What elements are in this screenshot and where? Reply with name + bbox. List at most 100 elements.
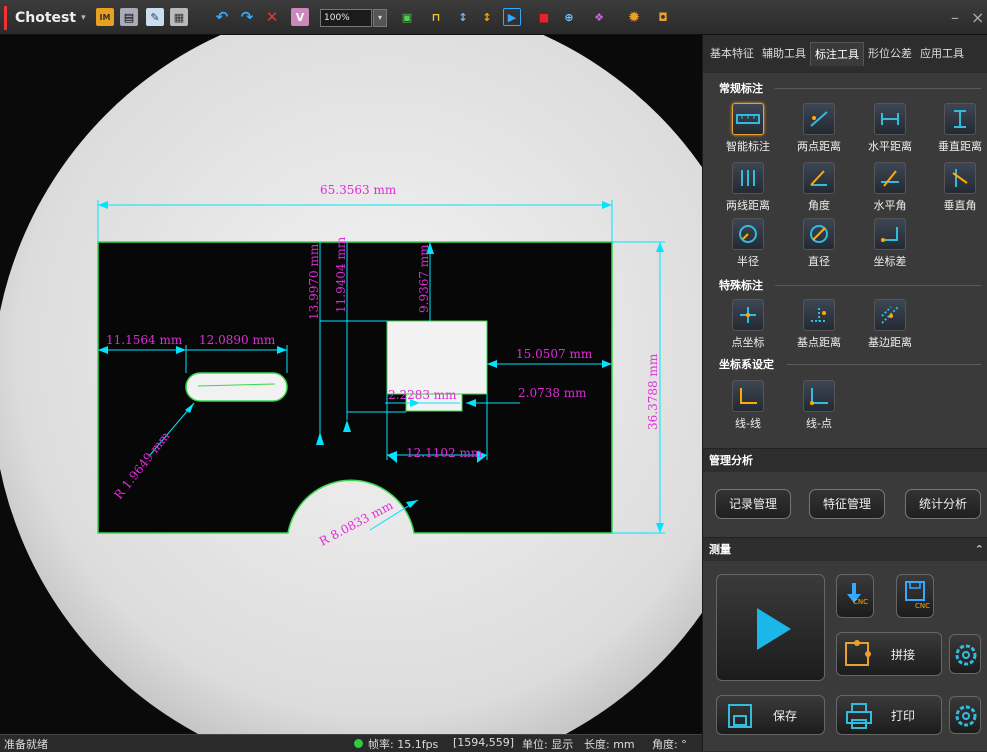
chevron-down-icon: ▾ xyxy=(81,13,86,23)
app-menu-button[interactable]: Chotest ▾ xyxy=(4,6,94,30)
statistical-analysis-button[interactable]: 统计分析 xyxy=(905,489,981,519)
calibrate-icon[interactable]: ⊕ xyxy=(560,8,578,26)
tab-basic-features[interactable]: 基本特征 xyxy=(706,42,758,66)
label-left-a: 11.1564 mm xyxy=(106,333,183,347)
save-icon[interactable]: ▤ xyxy=(120,8,138,26)
section-special-title: 特殊标注 xyxy=(719,279,763,292)
gear-icon xyxy=(955,705,977,727)
main-toolbar: Chotest ▾ IM ▤ ✎ ▦ ↶ ↷ ✕ V 100% ▾ ▣ ⊓ ↕ … xyxy=(0,0,987,35)
status-ready: 准备就绪 xyxy=(4,738,48,751)
section-divider xyxy=(787,364,981,365)
chevron-up-icon[interactable]: ⌃ xyxy=(975,538,984,562)
tool-line-line[interactable]: 线-线 xyxy=(713,380,783,432)
rect-cutout xyxy=(386,320,488,395)
tool-smart-annotate[interactable]: 智能标注 xyxy=(713,103,783,155)
base-point-distance-icon xyxy=(803,299,835,331)
cnc-badge: CNC xyxy=(853,598,869,606)
stitch-button[interactable]: 拼接 xyxy=(836,632,942,676)
tool-angle[interactable]: 角度 xyxy=(784,162,854,214)
label-vert-b: 11.9404 mm xyxy=(334,236,348,313)
tool-label: 垂直距离 xyxy=(938,140,982,153)
cnc-import-button[interactable]: CNC xyxy=(836,574,874,618)
record-management-button[interactable]: 记录管理 xyxy=(715,489,791,519)
light-icon[interactable]: ⊓ xyxy=(427,8,445,26)
tool-point-coord[interactable]: 点坐标 xyxy=(713,299,783,351)
tool-diameter[interactable]: 直径 xyxy=(784,218,854,270)
status-bar: 准备就绪 帧率: 15.1fps [1594,559] 单位: 显示 长度: m… xyxy=(0,734,702,751)
feature-management-button[interactable]: 特征管理 xyxy=(809,489,885,519)
filter-icon[interactable]: ❖ xyxy=(590,8,608,26)
base-edge-distance-icon xyxy=(874,299,906,331)
status-fps: 帧率: 15.1fps xyxy=(368,738,439,751)
section-divider xyxy=(775,88,981,89)
tool-horizontal-angle[interactable]: 水平角 xyxy=(855,162,925,214)
stitch-label: 拼接 xyxy=(891,648,916,662)
play-icon xyxy=(757,608,791,650)
tab-aux-tools[interactable]: 辅助工具 xyxy=(758,42,810,66)
stop-icon[interactable]: ■ xyxy=(535,8,553,26)
tab-tolerance[interactable]: 形位公差 xyxy=(864,42,916,66)
gear-icon xyxy=(955,644,977,666)
minimize-button[interactable]: – xyxy=(951,8,959,27)
tool-base-edge[interactable]: 基边距离 xyxy=(855,299,925,351)
print-settings-button[interactable] xyxy=(949,696,981,734)
tool-label: 坐标差 xyxy=(873,255,907,268)
tool-vertical-angle[interactable]: 垂直角 xyxy=(925,162,987,214)
tool-two-line[interactable]: 两线距离 xyxy=(713,162,783,214)
printer-icon xyxy=(846,703,872,729)
auto-focus-icon[interactable]: ↕ xyxy=(478,8,496,26)
tool-label: 基点距离 xyxy=(797,336,841,349)
label-width-top: 65.3563 mm xyxy=(320,183,397,197)
vertical-angle-icon xyxy=(944,162,976,194)
focus-icon[interactable]: ↕ xyxy=(454,8,472,26)
cnc-badge: CNC xyxy=(915,602,931,610)
image-mode-icon[interactable]: IM xyxy=(96,8,114,26)
tool-line-point[interactable]: 线-点 xyxy=(784,380,854,432)
start-measure-button[interactable] xyxy=(716,574,825,681)
label-right-a: 15.0507 mm xyxy=(516,347,593,361)
camera-status-dot xyxy=(354,739,363,748)
label-small-a: 2.2283 mm xyxy=(388,388,457,402)
image-adjust-icon[interactable]: ▣ xyxy=(398,8,416,26)
tool-label: 直径 xyxy=(808,255,830,268)
tool-label: 基边距离 xyxy=(868,336,912,349)
vertical-distance-icon xyxy=(944,103,976,135)
tool-label: 水平角 xyxy=(873,199,907,212)
tool-label: 水平距离 xyxy=(868,140,912,153)
image-viewport[interactable]: 65.3563 mm 11.1564 mm 12.0890 mm 15.0507… xyxy=(0,35,702,734)
manage-section-header: 管理分析 xyxy=(703,448,987,472)
tool-base-point[interactable]: 基点距离 xyxy=(784,299,854,351)
radius-icon xyxy=(732,218,764,250)
tab-annotation-tools[interactable]: 标注工具 xyxy=(810,42,864,66)
template-icon[interactable]: ▦ xyxy=(170,8,188,26)
camera-icon[interactable]: ◘ xyxy=(654,8,672,26)
delete-icon[interactable]: ✕ xyxy=(263,8,281,26)
tool-coord-diff[interactable]: 坐标差 xyxy=(855,218,925,270)
tool-label: 点坐标 xyxy=(731,336,765,349)
status-coords: [1594,559] xyxy=(453,736,515,749)
undo-icon[interactable]: ↶ xyxy=(213,8,231,26)
zoom-select[interactable]: 100% xyxy=(320,9,372,27)
redo-icon[interactable]: ↷ xyxy=(238,8,256,26)
line-line-axis-icon xyxy=(732,380,764,412)
tool-two-point[interactable]: 两点距离 xyxy=(784,103,854,155)
tool-vertical[interactable]: 垂直距离 xyxy=(925,103,987,155)
tool-label: 角度 xyxy=(808,199,830,212)
stitch-settings-button[interactable] xyxy=(949,634,981,674)
tab-app-tools[interactable]: 应用工具 xyxy=(916,42,968,66)
chevron-down-icon[interactable]: ▾ xyxy=(373,9,387,27)
measure-section-header[interactable]: 测量 ⌃ xyxy=(703,537,987,561)
tool-radius[interactable]: 半径 xyxy=(713,218,783,270)
label-left-b: 12.0890 mm xyxy=(199,333,276,347)
play-icon[interactable]: ▶ xyxy=(503,8,521,26)
tool-label: 线-线 xyxy=(735,417,761,430)
save-button[interactable]: 保存 xyxy=(716,695,825,735)
video-icon[interactable]: V xyxy=(291,8,309,26)
status-angle: 角度: ° xyxy=(652,738,687,751)
cnc-save-button[interactable]: CNC xyxy=(896,574,934,618)
print-button[interactable]: 打印 xyxy=(836,695,942,735)
tool-horizontal[interactable]: 水平距离 xyxy=(855,103,925,155)
edit-icon[interactable]: ✎ xyxy=(146,8,164,26)
settings-gear-icon[interactable]: ✹ xyxy=(625,8,643,26)
close-button[interactable]: × xyxy=(971,8,984,27)
